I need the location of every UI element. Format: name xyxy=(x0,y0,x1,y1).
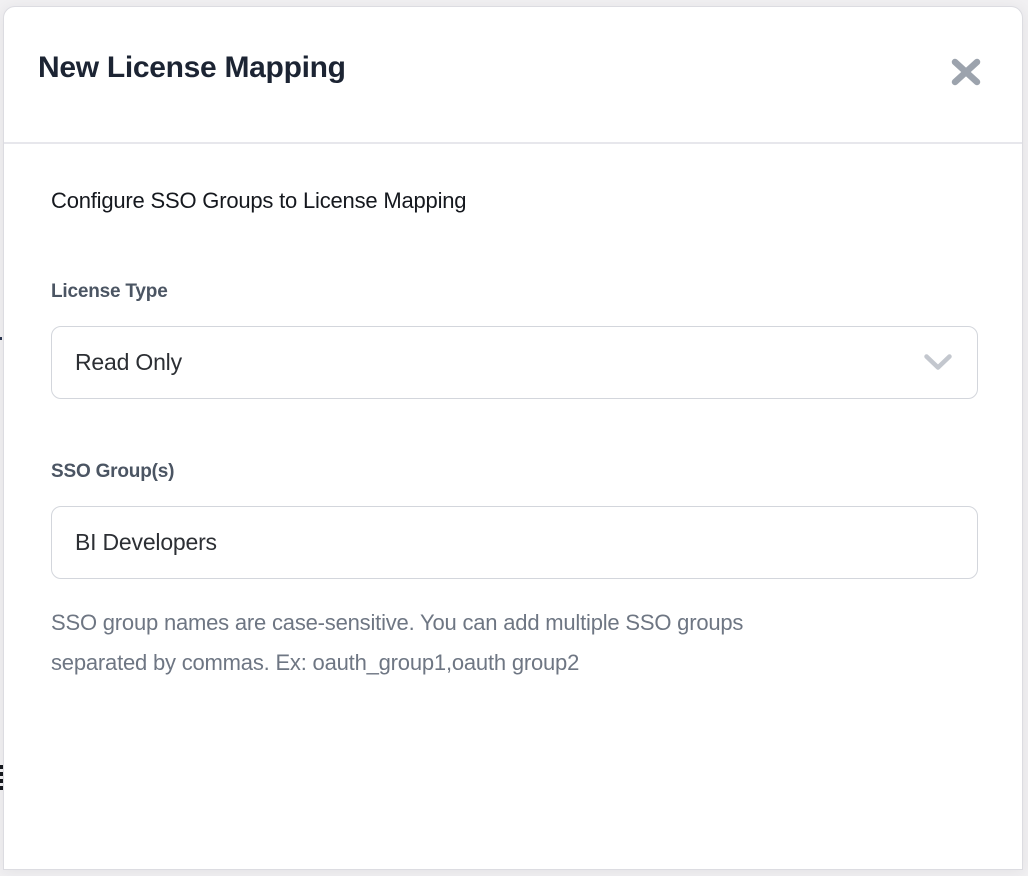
sso-groups-help: SSO group names are case-sensitive. You … xyxy=(51,603,976,683)
screen: { "modal": { "title": "New License Mappi… xyxy=(0,0,1028,876)
close-button[interactable] xyxy=(950,57,982,87)
dialog-body: Configure SSO Groups to License Mapping … xyxy=(4,144,1022,683)
new-license-mapping-dialog: New License Mapping Configure SSO Groups… xyxy=(3,6,1023,870)
license-type-label: License Type xyxy=(51,280,976,304)
dialog-header: New License Mapping xyxy=(4,7,1022,144)
chevron-down-icon xyxy=(924,354,952,371)
close-icon xyxy=(951,58,981,86)
sso-groups-label: SSO Group(s) xyxy=(51,460,976,484)
sso-groups-help-line1: SSO group names are case-sensitive. You … xyxy=(51,610,743,635)
background-page-mark xyxy=(0,337,2,340)
dialog-description: Configure SSO Groups to License Mapping xyxy=(51,187,976,214)
dialog-title: New License Mapping xyxy=(38,51,346,85)
license-type-select[interactable]: Read Only xyxy=(51,326,978,399)
sso-groups-input[interactable] xyxy=(51,506,978,579)
sso-groups-field: SSO Group(s) SSO group names are case-se… xyxy=(51,460,976,683)
license-type-field: License Type Read Only xyxy=(51,280,976,399)
license-type-selected-value: Read Only xyxy=(75,349,182,376)
sso-groups-help-line2: separated by commas. Ex: oauth_group1,oa… xyxy=(51,650,579,675)
